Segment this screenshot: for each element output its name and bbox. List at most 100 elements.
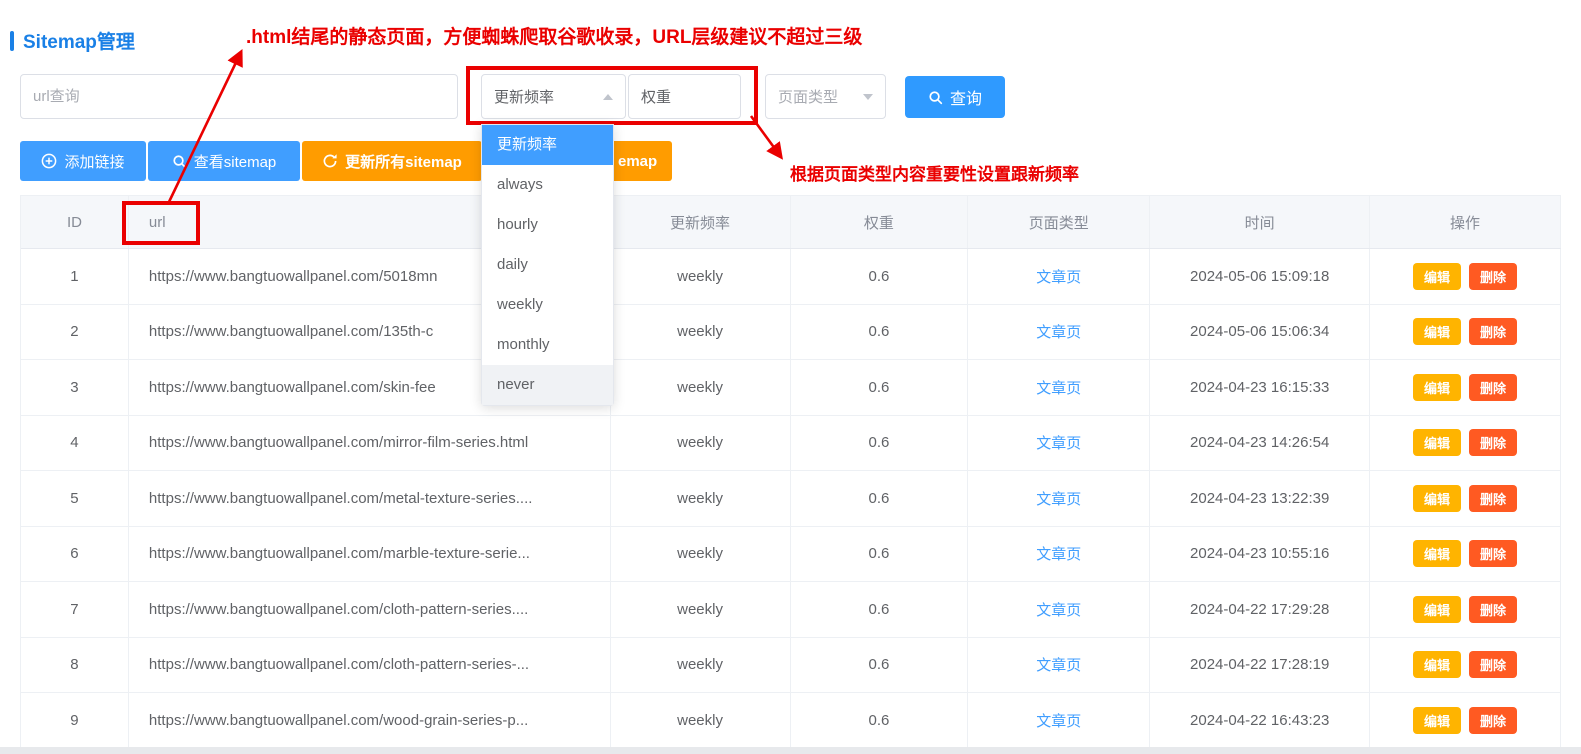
plus-circle-icon: [41, 153, 57, 169]
cell-weight: 0.6: [791, 471, 969, 526]
cell-url: https://www.bangtuowallpanel.com/metal-t…: [129, 471, 611, 526]
page-title: Sitemap管理: [10, 27, 135, 54]
frequency-option[interactable]: daily: [482, 245, 613, 285]
cell-frequency: weekly: [611, 527, 791, 582]
page-type-link[interactable]: 文章页: [1036, 654, 1081, 675]
page-type-link[interactable]: 文章页: [1036, 377, 1081, 398]
delete-button[interactable]: 删除: [1469, 263, 1517, 290]
cell-actions: 编辑 删除: [1370, 638, 1561, 693]
edit-button[interactable]: 编辑: [1413, 374, 1461, 401]
weight-select[interactable]: 权重: [628, 74, 741, 119]
refresh-icon: [322, 153, 338, 169]
frequency-option[interactable]: 更新频率: [482, 125, 613, 165]
cell-actions: 编辑 删除: [1370, 582, 1561, 637]
cell-weight: 0.6: [791, 305, 969, 360]
cell-time: 2024-04-23 16:15:33: [1150, 360, 1370, 415]
delete-button[interactable]: 删除: [1469, 374, 1517, 401]
table-row: 4 https://www.bangtuowallpanel.com/mirro…: [21, 416, 1561, 472]
cell-actions: 编辑 删除: [1370, 527, 1561, 582]
edit-button[interactable]: 编辑: [1413, 540, 1461, 567]
edit-button[interactable]: 编辑: [1413, 707, 1461, 734]
cell-id: 7: [21, 582, 129, 637]
frequency-option[interactable]: monthly: [482, 325, 613, 365]
cell-weight: 0.6: [791, 527, 969, 582]
table-row: 3 https://www.bangtuowallpanel.com/skin-…: [21, 360, 1561, 416]
frequency-select[interactable]: 更新频率: [481, 74, 626, 119]
bottom-strip: [0, 747, 1581, 754]
page-type-select[interactable]: 页面类型: [765, 74, 886, 119]
cell-frequency: weekly: [611, 249, 791, 304]
cell-time: 2024-04-23 10:55:16: [1150, 527, 1370, 582]
update-all-sitemap-button[interactable]: 更新所有sitemap: [302, 141, 482, 181]
frequency-option[interactable]: weekly: [482, 285, 613, 325]
add-link-button[interactable]: 添加链接: [20, 141, 146, 181]
table-header-row: ID url 更新频率 权重 页面类型 时间 操作: [21, 195, 1561, 249]
cell-actions: 编辑 删除: [1370, 693, 1561, 748]
cell-weight: 0.6: [791, 693, 969, 748]
delete-button[interactable]: 删除: [1469, 429, 1517, 456]
url-search-input[interactable]: [20, 74, 458, 119]
cell-id: 3: [21, 360, 129, 415]
query-button[interactable]: 查询: [905, 76, 1005, 118]
cell-frequency: weekly: [611, 582, 791, 637]
edit-button[interactable]: 编辑: [1413, 485, 1461, 512]
annotation-note-1: .html结尾的静态页面，方便蜘蛛爬取谷歌收录，URL层级建议不超过三级: [246, 22, 862, 49]
table-row: 9 https://www.bangtuowallpanel.com/wood-…: [21, 693, 1561, 749]
cell-id: 9: [21, 693, 129, 748]
page-type-link[interactable]: 文章页: [1036, 432, 1081, 453]
frequency-dropdown: 更新频率alwayshourlydailyweeklymonthlynever: [481, 124, 614, 406]
header-cell-actions: 操作: [1370, 196, 1561, 248]
page-type-link[interactable]: 文章页: [1036, 266, 1081, 287]
annotation-arrow-2: [751, 116, 781, 157]
cell-weight: 0.6: [791, 638, 969, 693]
edit-button[interactable]: 编辑: [1413, 429, 1461, 456]
edit-button[interactable]: 编辑: [1413, 263, 1461, 290]
delete-button[interactable]: 删除: [1469, 596, 1517, 623]
cell-id: 2: [21, 305, 129, 360]
page-type-link[interactable]: 文章页: [1036, 710, 1081, 731]
annotation-note-2: 根据页面类型内容重要性设置跟新频率: [790, 160, 1079, 185]
delete-button[interactable]: 删除: [1469, 707, 1517, 734]
page-type-link[interactable]: 文章页: [1036, 543, 1081, 564]
cell-time: 2024-04-22 16:43:23: [1150, 693, 1370, 748]
cell-frequency: weekly: [611, 471, 791, 526]
search-icon: [928, 90, 943, 105]
cell-url: https://www.bangtuowallpanel.com/cloth-p…: [129, 638, 611, 693]
view-sitemap-button[interactable]: 查看sitemap: [148, 141, 300, 181]
header-cell-time: 时间: [1150, 196, 1370, 248]
delete-button[interactable]: 删除: [1469, 540, 1517, 567]
cell-actions: 编辑 删除: [1370, 360, 1561, 415]
cell-id: 6: [21, 527, 129, 582]
frequency-option[interactable]: never: [482, 365, 613, 405]
cell-url: https://www.bangtuowallpanel.com/wood-gr…: [129, 693, 611, 748]
cell-actions: 编辑 删除: [1370, 249, 1561, 304]
caret-down-icon: [863, 94, 873, 100]
table-row: 6 https://www.bangtuowallpanel.com/marbl…: [21, 527, 1561, 583]
cell-time: 2024-04-22 17:28:19: [1150, 638, 1370, 693]
cell-actions: 编辑 删除: [1370, 416, 1561, 471]
table-row: 1 https://www.bangtuowallpanel.com/5018m…: [21, 249, 1561, 305]
cell-id: 5: [21, 471, 129, 526]
cell-time: 2024-05-06 15:06:34: [1150, 305, 1370, 360]
frequency-option[interactable]: hourly: [482, 205, 613, 245]
cell-frequency: weekly: [611, 360, 791, 415]
page-type-select-label: 页面类型: [778, 86, 838, 107]
frequency-option[interactable]: always: [482, 165, 613, 205]
caret-up-icon: [603, 94, 613, 100]
page-title-text: Sitemap管理: [23, 27, 135, 54]
delete-button[interactable]: 删除: [1469, 318, 1517, 345]
cell-actions: 编辑 删除: [1370, 305, 1561, 360]
frequency-select-label: 更新频率: [494, 86, 554, 107]
search-icon: [172, 154, 187, 169]
edit-button[interactable]: 编辑: [1413, 596, 1461, 623]
page-type-link[interactable]: 文章页: [1036, 488, 1081, 509]
delete-button[interactable]: 删除: [1469, 485, 1517, 512]
cell-weight: 0.6: [791, 360, 969, 415]
page-type-link[interactable]: 文章页: [1036, 321, 1081, 342]
page-type-link[interactable]: 文章页: [1036, 599, 1081, 620]
edit-button[interactable]: 编辑: [1413, 318, 1461, 345]
edit-button[interactable]: 编辑: [1413, 651, 1461, 678]
header-cell-frequency: 更新频率: [611, 196, 791, 248]
delete-button[interactable]: 删除: [1469, 651, 1517, 678]
cell-url: https://www.bangtuowallpanel.com/marble-…: [129, 527, 611, 582]
